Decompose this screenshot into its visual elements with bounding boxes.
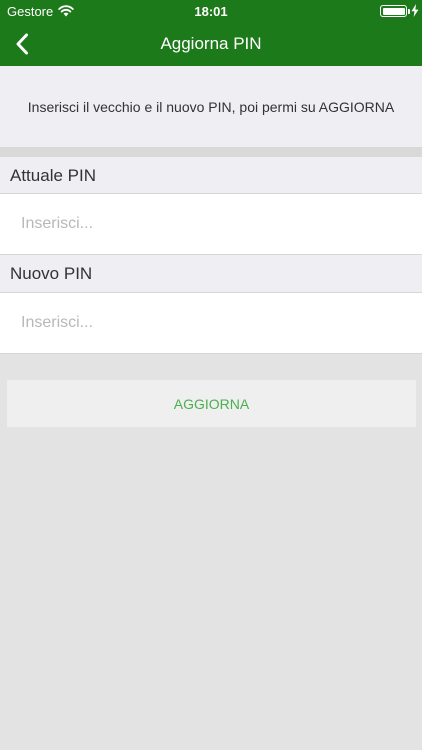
battery-icon (380, 5, 407, 17)
page-title: Aggiorna PIN (160, 34, 262, 53)
app-header: Gestore 18:01 Aggiorna PIN (0, 0, 422, 66)
new-pin-input[interactable] (21, 293, 411, 353)
clock: 18:01 (194, 4, 228, 19)
navigation-bar: Aggiorna PIN (0, 22, 422, 66)
status-bar: Gestore 18:01 (0, 0, 422, 22)
current-pin-label: Attuale PIN (0, 157, 422, 194)
current-pin-input[interactable] (21, 194, 411, 254)
charging-icon (411, 4, 419, 17)
update-button[interactable]: AGGIORNA (6, 379, 417, 428)
current-pin-row (0, 193, 422, 255)
new-pin-row (0, 292, 422, 354)
battery-cap (408, 9, 410, 14)
instructions-text: Inserisci il vecchio e il nuovo PIN, poi… (0, 66, 422, 148)
section-divider (0, 148, 422, 157)
new-pin-label: Nuovo PIN (0, 255, 422, 292)
